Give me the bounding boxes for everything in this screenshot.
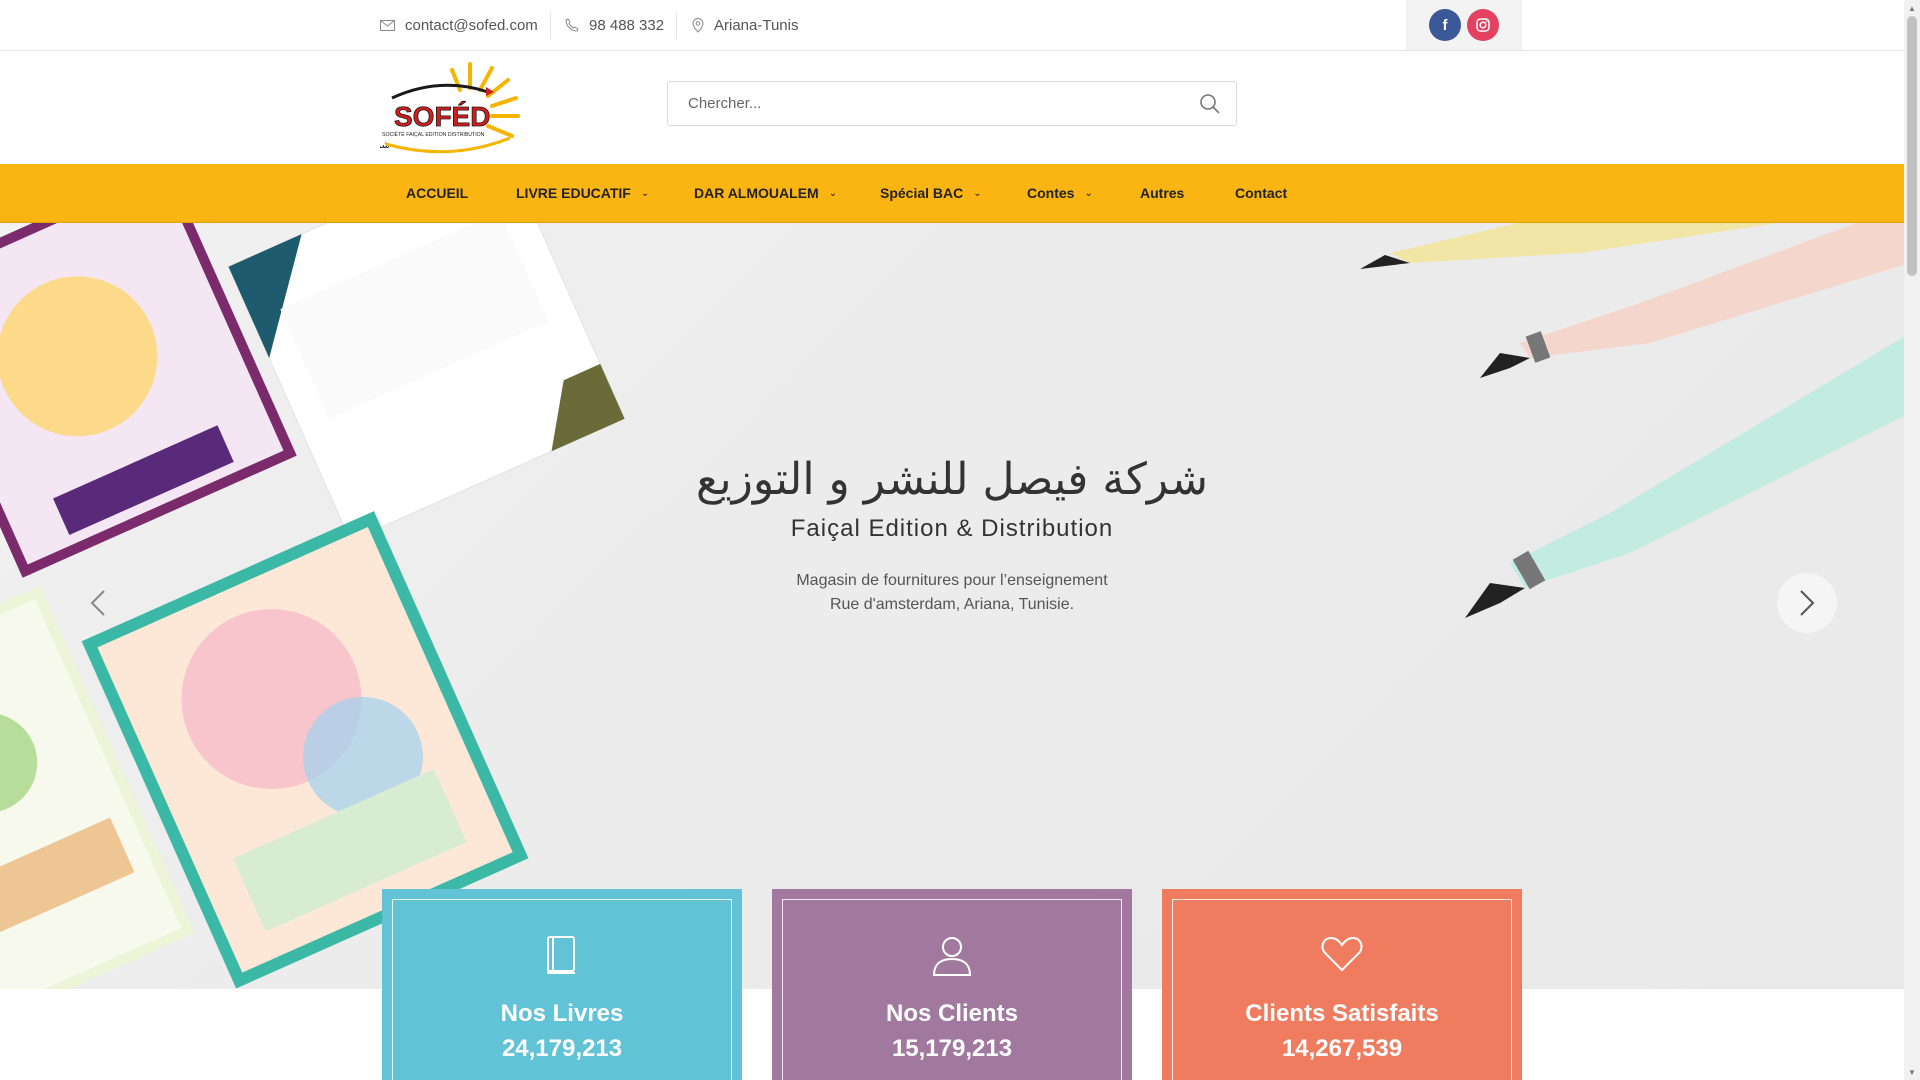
contact-location-text: Ariana-Tunis [714, 16, 799, 34]
slider-next-button[interactable] [1777, 573, 1837, 633]
scroll-up-icon[interactable]: ▲ [1904, 0, 1920, 16]
nav-item-autres[interactable]: Autres [1140, 164, 1184, 222]
contact-phone-text: 98 488 332 [589, 16, 665, 34]
hero-description: Magasin de fournitures pour l’enseigneme… [796, 572, 1108, 613]
chevron-down-icon: ⌄ [1084, 187, 1093, 199]
contact-email-text: contact@sofed.com [405, 16, 538, 34]
stat-value: 14,267,539 [1281, 1035, 1403, 1062]
stat-card-clients: Nos Clients 15,179,213 [772, 889, 1132, 1080]
location-pin-icon [692, 17, 704, 33]
hero-title: Faiçal Edition & Distribution [790, 515, 1114, 542]
search-input[interactable] [668, 82, 1168, 125]
book-icon [547, 936, 575, 974]
stat-value: 24,179,213 [501, 1035, 623, 1062]
chevron-right-icon [1800, 590, 1815, 616]
svg-text:SOFÉD: SOFÉD [394, 101, 490, 132]
stat-label: Nos Clients [885, 1000, 1019, 1027]
chevron-down-icon: ⌄ [640, 187, 650, 199]
nav-item-accueil[interactable]: ACCUEIL [406, 164, 468, 222]
chevron-left-icon [90, 590, 105, 616]
contact-email[interactable]: contact@sofed.com [380, 0, 538, 50]
nav-item-contact[interactable]: Contact [1235, 164, 1287, 222]
slider-prev-button[interactable] [68, 573, 128, 633]
chevron-down-icon: ⌄ [828, 187, 838, 199]
stat-label: Clients Satisfaits [1245, 1000, 1439, 1027]
stat-label: Nos Livres [500, 1000, 624, 1027]
nav-item-livre-educatif[interactable]: LIVRE EDUCATIF ⌄ [516, 164, 649, 222]
divider [550, 12, 551, 39]
scrollbar-thumb[interactable] [1907, 16, 1917, 276]
stat-value: 15,179,213 [891, 1035, 1013, 1062]
divider [676, 12, 677, 39]
svg-text:SOCIÉTÉ FAIÇAL EDITION DISTRIB: SOCIÉTÉ FAIÇAL EDITION DISTRIBUTION [382, 131, 485, 138]
facebook-icon[interactable]: f [1429, 9, 1461, 41]
stat-card-satisfied: Clients Satisfaits 14,267,539 [1162, 889, 1522, 1080]
main-nav: ACCUEIL LIVRE EDUCATIF ⌄ DAR ALMOUALEM ⌄ S… [0, 164, 1904, 223]
social-links: f [1406, 0, 1522, 50]
top-bar: contact@sofed.com 98 488 332 Ariana-Tuni… [0, 0, 1904, 51]
page-scrollbar[interactable]: ▲ ▼ [1904, 0, 1920, 1080]
hero-title-arabic: شركة فيصل للنشر و التوزيع [696, 454, 1208, 505]
nav-item-special-bac[interactable]: Spécial BAC ⌄ [880, 164, 982, 222]
heart-icon [1321, 936, 1363, 972]
instagram-icon[interactable] [1467, 9, 1499, 41]
search-icon[interactable] [1198, 92, 1222, 116]
mail-icon [380, 19, 395, 31]
search-box [667, 81, 1237, 126]
chevron-down-icon: ⌄ [973, 187, 982, 199]
stat-card-books: Nos Livres 24,179,213 [382, 889, 742, 1080]
nav-item-contes[interactable]: Contes ⌄ [1027, 164, 1093, 222]
user-icon [932, 937, 972, 976]
hero-slider: شركة فيصل للنشر و التوزيع Faiçal Edition… [0, 223, 1904, 989]
contact-location: Ariana-Tunis [692, 0, 798, 50]
scroll-down-icon[interactable]: ▼ [1904, 1064, 1920, 1080]
site-logo[interactable]: SOFÉD SOCIÉTÉ FAIÇAL EDITION DISTRIBUTIO… [274, 58, 525, 158]
phone-icon [565, 18, 579, 32]
contact-phone[interactable]: 98 488 332 [565, 0, 664, 50]
nav-item-dar-almoualem[interactable]: DAR ALMOUALEM ⌄ [694, 164, 837, 222]
